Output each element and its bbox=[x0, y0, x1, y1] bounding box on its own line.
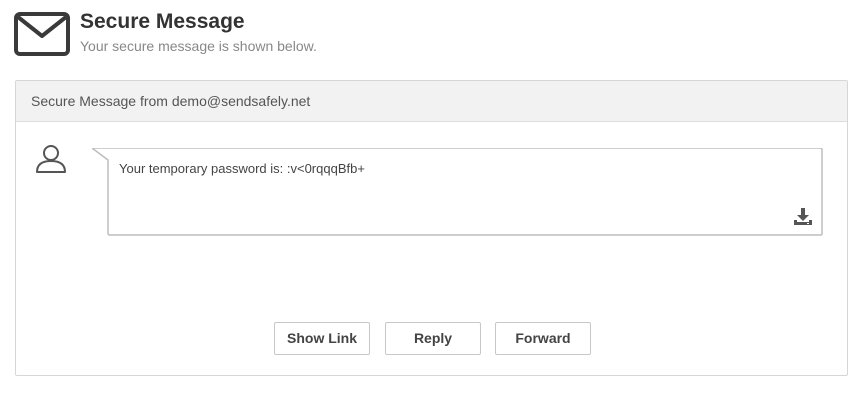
message-bubble: Your temporary password is: :v<0rqqqBfb+ bbox=[92, 148, 823, 236]
download-icon[interactable] bbox=[793, 207, 813, 227]
page-subtitle: Your secure message is shown below. bbox=[80, 38, 317, 54]
page-title: Secure Message bbox=[80, 10, 245, 33]
message-panel: Secure Message from demo@sendsafely.net … bbox=[15, 80, 848, 376]
user-icon bbox=[35, 143, 67, 173]
reply-button[interactable]: Reply bbox=[385, 322, 481, 355]
forward-button[interactable]: Forward bbox=[495, 322, 591, 355]
panel-heading: Secure Message from demo@sendsafely.net bbox=[16, 81, 847, 122]
envelope-icon bbox=[14, 12, 70, 56]
show-link-button[interactable]: Show Link bbox=[274, 322, 370, 355]
message-text: Your temporary password is: :v<0rqqqBfb+ bbox=[119, 161, 365, 176]
secure-message-page: Secure Message Your secure message is sh… bbox=[0, 0, 868, 396]
